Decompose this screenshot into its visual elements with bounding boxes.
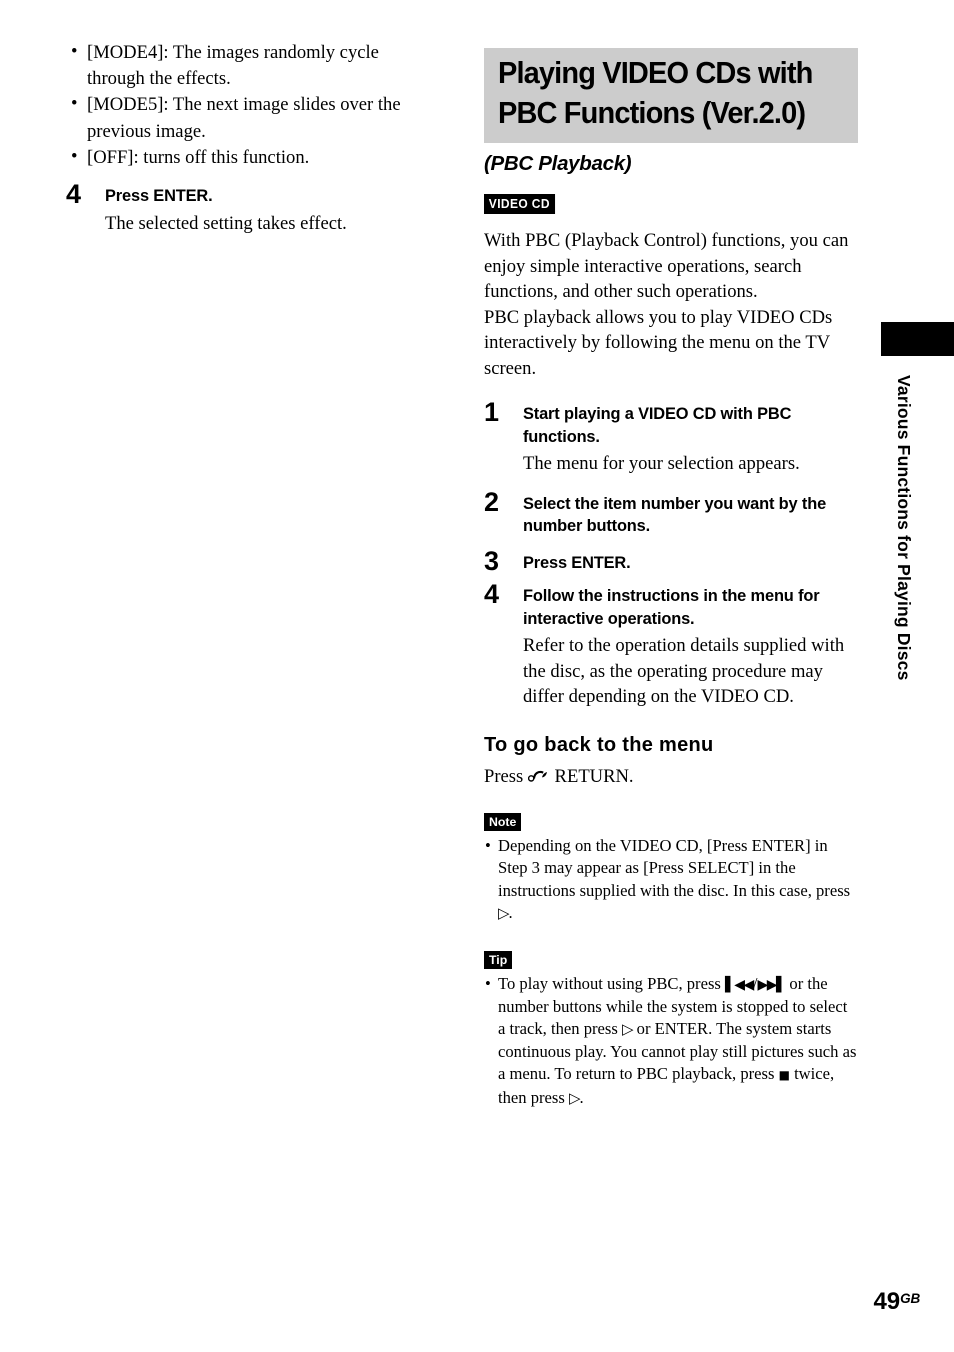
procedure-step: 4 Follow the instructions in the menu fo…: [484, 580, 858, 710]
list-item-text: [OFF]: turns off this function.: [87, 146, 310, 168]
stop-icon: ■: [778, 1068, 790, 1083]
bullet-dot: •: [485, 973, 491, 993]
tip-callout: Tip • To play without using PBC, press ▌…: [484, 950, 858, 1109]
note-badge: Note: [484, 813, 522, 831]
bullet-dot: •: [71, 41, 78, 62]
tip-item: • To play without using PBC, press ▌◀◀/▶…: [484, 973, 858, 1109]
note-callout: Note • Depending on the VIDEO CD, [Press…: [484, 813, 858, 925]
step-number: 3: [484, 545, 499, 576]
list-item-text: [MODE4]: The images randomly cycle throu…: [87, 42, 379, 90]
document-page: • [MODE4]: The images randomly cycle thr…: [0, 0, 954, 1352]
tip-badge: Tip: [484, 950, 513, 969]
skip-previous-icon: ▌◀◀: [725, 976, 754, 993]
play-icon: ▷: [621, 1020, 634, 1039]
subsection-heading: To go back to the menu: [484, 733, 714, 756]
note-text-2: .: [508, 903, 513, 923]
procedure-step: 4 Press ENTER. The selected setting take…: [66, 180, 434, 236]
list-item: • [MODE5]: The next image slides over th…: [66, 92, 434, 144]
note-text-1: Depending on the VIDEO CD, [Press ENTER]…: [498, 836, 851, 900]
disc-type-badge: VIDEO CD: [484, 194, 555, 214]
section-tab-label: Various Functions for Playing Discs: [894, 375, 914, 681]
section-tab-marker: [881, 322, 954, 356]
bullet-dot: •: [485, 836, 491, 855]
step-heading: Follow the instructions in the menu for …: [523, 587, 820, 628]
bullet-dot: •: [71, 93, 78, 115]
step-number: 4: [484, 579, 499, 609]
step-heading: Start playing a VIDEO CD with PBC functi…: [523, 405, 792, 446]
subsection-body: Press RETURN.: [484, 764, 858, 790]
step-body: Refer to the operation details supplied …: [523, 635, 845, 707]
intro-paragraph-1: With PBC (Playback Control) functions, y…: [484, 230, 849, 302]
skip-next-icon: ▶▶▌: [757, 976, 786, 993]
list-item: • [MODE4]: The images randomly cycle thr…: [66, 40, 434, 92]
step-number: 4: [66, 179, 81, 210]
list-item: • [OFF]: turns off this function.: [66, 145, 434, 171]
list-item-text: [MODE5]: The next image slides over the …: [87, 94, 401, 142]
page-title: Playing VIDEO CDs with PBC Functions (Ve…: [498, 56, 813, 130]
section-subtitle: (PBC Playback): [484, 152, 632, 175]
step-number: 1: [484, 397, 499, 427]
return-icon: [527, 770, 550, 783]
step-heading: Select the item number you want by the n…: [523, 494, 827, 536]
tip-text-5: .: [579, 1087, 584, 1107]
step-number: 2: [484, 486, 499, 517]
step-heading: Press ENTER.: [523, 553, 631, 572]
subsection-body-pre: Press: [484, 765, 528, 787]
note-item: • Depending on the VIDEO CD, [Press ENTE…: [484, 835, 858, 925]
bullet-dot: •: [71, 145, 78, 167]
left-column: • [MODE4]: The images randomly cycle thr…: [66, 40, 434, 236]
section-title-band: Playing VIDEO CDs with PBC Functions (Ve…: [484, 48, 858, 143]
step-body: The menu for your selection appears.: [523, 453, 800, 474]
subsection-body-post: RETURN.: [549, 765, 634, 787]
tip-text-1: To play without using PBC, press: [498, 973, 726, 993]
procedure-step: 2 Select the item number you want by the…: [484, 488, 858, 538]
play-icon: ▷: [498, 904, 510, 923]
page-number-suffix: GB: [900, 1291, 920, 1306]
intro-paragraph-2: PBC playback allows you to play VIDEO CD…: [484, 306, 833, 379]
page-number: 49GB: [0, 1286, 920, 1315]
right-column: Playing VIDEO CDs with PBC Functions (Ve…: [484, 48, 858, 1109]
play-icon: ▷: [568, 1088, 581, 1107]
step-body: The selected setting takes effect.: [105, 212, 347, 234]
procedure-step: 1 Start playing a VIDEO CD with PBC func…: [484, 398, 858, 477]
step-heading: Press ENTER.: [105, 187, 213, 206]
page-number-value: 49: [873, 1288, 901, 1315]
mode-options-list: • [MODE4]: The images randomly cycle thr…: [66, 40, 434, 171]
procedure-step: 3 Press ENTER.: [484, 547, 858, 575]
